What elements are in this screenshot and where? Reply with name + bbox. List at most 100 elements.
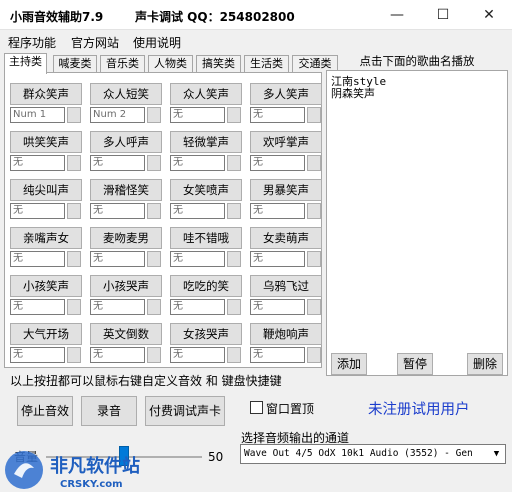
tab-people[interactable]: 人物类 — [148, 55, 193, 73]
sound-button[interactable]: 群众笑声 — [10, 83, 82, 105]
hotkey-set-button[interactable] — [227, 299, 241, 315]
sound-button[interactable]: 轻微掌声 — [170, 131, 242, 153]
hotkey-set-button[interactable] — [147, 251, 161, 267]
hotkey-set-button[interactable] — [67, 251, 81, 267]
minimize-button[interactable]: — — [374, 0, 420, 30]
hotkey-field[interactable]: 无 — [250, 299, 305, 315]
menu-official-site[interactable]: 官方网站 — [71, 34, 119, 51]
hotkey-set-button[interactable] — [227, 347, 241, 363]
pause-song-button[interactable]: 暂停 — [397, 353, 433, 375]
hotkey-set-button[interactable] — [147, 107, 161, 123]
sound-button[interactable]: 小孩哭声 — [90, 275, 162, 297]
hotkey-field[interactable]: 无 — [250, 107, 305, 123]
hotkey-field[interactable]: 无 — [90, 203, 145, 219]
hotkey-field[interactable]: 无 — [250, 203, 305, 219]
hotkey-field[interactable]: Num 1 — [10, 107, 65, 123]
hotkey-field[interactable]: 无 — [90, 347, 145, 363]
hotkey-field[interactable]: 无 — [250, 347, 305, 363]
song-item[interactable]: 阴森笑声 — [331, 85, 375, 101]
hotkey-set-button[interactable] — [227, 251, 241, 267]
sound-button[interactable]: 乌鸦飞过 — [250, 275, 322, 297]
sound-button[interactable]: 吃吃的笑 — [170, 275, 242, 297]
app-title: 小雨音效辅助7.9 — [10, 10, 104, 24]
sound-button[interactable]: 女笑喷声 — [170, 179, 242, 201]
hotkey-field[interactable]: 无 — [10, 347, 65, 363]
hotkey-set-button[interactable] — [227, 155, 241, 171]
maximize-button[interactable]: ☐ — [420, 0, 466, 30]
delete-song-button[interactable]: 删除 — [467, 353, 503, 375]
output-device-select[interactable]: Wave Out 4/5 OdX 10k1 Audio (3552) - Gen… — [240, 444, 506, 464]
hotkey-set-button[interactable] — [307, 203, 321, 219]
hotkey-field[interactable]: 无 — [170, 347, 225, 363]
hotkey-set-button[interactable] — [147, 299, 161, 315]
hotkey-field[interactable]: 无 — [170, 251, 225, 267]
tab-music[interactable]: 音乐类 — [100, 55, 145, 73]
hotkey-set-button[interactable] — [307, 251, 321, 267]
sound-button[interactable]: 麦吻麦男 — [90, 227, 162, 249]
close-button[interactable]: ✕ — [466, 0, 512, 30]
record-button[interactable]: 录音 — [81, 396, 137, 426]
hotkey-set-button[interactable] — [147, 203, 161, 219]
hotkey-field[interactable]: 无 — [250, 251, 305, 267]
tab-funny[interactable]: 搞笑类 — [196, 55, 241, 73]
tab-host[interactable]: 主持类 — [4, 53, 47, 74]
sound-button[interactable]: 多人呼声 — [90, 131, 162, 153]
sound-button[interactable]: 欢呼掌声 — [250, 131, 322, 153]
hotkey-set-button[interactable] — [227, 203, 241, 219]
hotkey-set-button[interactable] — [307, 107, 321, 123]
topmost-label[interactable]: 窗口置顶 — [266, 400, 314, 417]
sound-button[interactable]: 哇不错哦 — [170, 227, 242, 249]
app-subtitle: 声卡调试 QQ：254802800 — [135, 10, 295, 24]
menu-usage-guide[interactable]: 使用说明 — [133, 34, 181, 51]
sound-button[interactable]: 女孩哭声 — [170, 323, 242, 345]
stop-sound-button[interactable]: 停止音效 — [17, 396, 73, 426]
sound-button[interactable]: 多人笑声 — [250, 83, 322, 105]
sound-button[interactable]: 英文倒数 — [90, 323, 162, 345]
hotkey-field[interactable]: 无 — [90, 299, 145, 315]
topmost-checkbox[interactable] — [250, 401, 263, 414]
hotkey-field[interactable]: 无 — [10, 299, 65, 315]
sound-button[interactable]: 众人笑声 — [170, 83, 242, 105]
hotkey-field[interactable]: 无 — [170, 299, 225, 315]
hotkey-set-button[interactable] — [147, 155, 161, 171]
sound-button[interactable]: 鞭炮响声 — [250, 323, 322, 345]
hotkey-set-button[interactable] — [147, 347, 161, 363]
sound-button[interactable]: 小孩笑声 — [10, 275, 82, 297]
hotkey-field[interactable]: 无 — [170, 203, 225, 219]
hotkey-field[interactable]: 无 — [10, 251, 65, 267]
hotkey-set-button[interactable] — [307, 155, 321, 171]
sound-button[interactable]: 大气开场 — [10, 323, 82, 345]
tab-life[interactable]: 生活类 — [244, 55, 289, 73]
sound-button[interactable]: 哄笑笑声 — [10, 131, 82, 153]
hotkey-set-button[interactable] — [307, 299, 321, 315]
sound-button[interactable]: 纯尖叫声 — [10, 179, 82, 201]
paid-debug-button[interactable]: 付费调试声卡 — [145, 396, 225, 426]
sound-button[interactable]: 男暴笑声 — [250, 179, 322, 201]
sound-button[interactable]: 滑稽怪笑 — [90, 179, 162, 201]
tab-shout[interactable]: 喊麦类 — [53, 55, 97, 73]
hotkey-set-button[interactable] — [67, 203, 81, 219]
hotkey-field[interactable]: 无 — [90, 155, 145, 171]
hotkey-field[interactable]: 无 — [250, 155, 305, 171]
sound-button[interactable]: 众人短笑 — [90, 83, 162, 105]
sound-button[interactable]: 女卖萌声 — [250, 227, 322, 249]
menu-program-functions[interactable]: 程序功能 — [8, 34, 56, 51]
hotkey-field[interactable]: Num 2 — [90, 107, 145, 123]
hotkey-field[interactable]: 无 — [90, 251, 145, 267]
hotkey-field[interactable]: 无 — [10, 203, 65, 219]
volume-value: 50 — [208, 450, 224, 464]
hotkey-field[interactable]: 无 — [170, 107, 225, 123]
hotkey-set-button[interactable] — [67, 299, 81, 315]
hotkey-set-button[interactable] — [67, 347, 81, 363]
hotkey-set-button[interactable] — [307, 347, 321, 363]
song-list-header: 点击下面的歌曲名播放 — [359, 54, 475, 68]
hotkey-field[interactable]: 无 — [10, 155, 65, 171]
add-song-button[interactable]: 添加 — [331, 353, 367, 375]
hotkey-set-button[interactable] — [67, 155, 81, 171]
sound-button[interactable]: 亲嘴声女 — [10, 227, 82, 249]
output-device-value: Wave Out 4/5 OdX 10k1 Audio (3552) - Gen — [244, 448, 473, 459]
hotkey-set-button[interactable] — [67, 107, 81, 123]
hotkey-set-button[interactable] — [227, 107, 241, 123]
song-list[interactable]: 江南style 阴森笑声 添加 暂停 删除 — [326, 70, 508, 376]
hotkey-field[interactable]: 无 — [170, 155, 225, 171]
